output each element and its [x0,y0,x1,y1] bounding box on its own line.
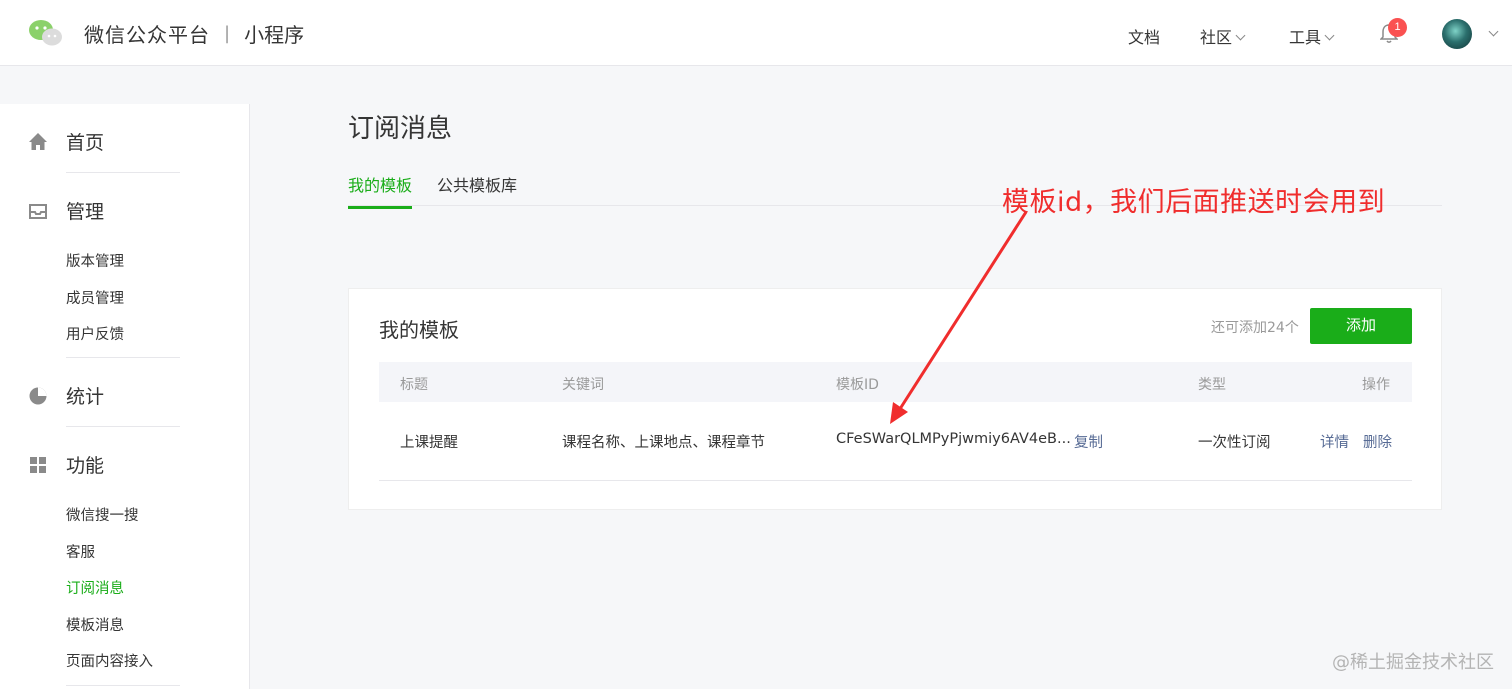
divider [66,685,180,686]
sidebar-item-subscribe-message[interactable]: 订阅消息 [66,577,124,598]
nav-tools-menu[interactable]: 工具 [1289,24,1335,48]
column-header: 标题 [400,377,428,393]
cell-template-id: CFeSWarQLMPyPjwmiy6AV4eB... [836,431,1071,447]
delete-link[interactable]: 删除 [1363,431,1392,452]
notification-badge: 1 [1388,18,1407,37]
sidebar-item-version[interactable]: 版本管理 [66,250,124,271]
nav-community-label: 社区 [1200,28,1233,47]
top-bar: 微信公众平台 | 小程序 文档 社区 工具 1 [0,0,1512,66]
sidebar-item-label: 管理 [66,201,105,223]
sidebar-item-label: 统计 [66,386,105,408]
cell-keywords: 课程名称、上课地点、课程章节 [562,435,765,451]
sidebar-item-content-access[interactable]: 页面内容接入 [66,650,153,671]
divider [66,426,180,427]
wechat-logo-icon [28,18,64,48]
cell-title: 上课提醒 [400,435,458,451]
sidebar-item-stats[interactable]: 统计 [28,382,104,409]
nav-docs-link[interactable]: 文档 [1128,24,1160,48]
column-header: 类型 [1198,377,1226,393]
sidebar-item-template-message[interactable]: 模板消息 [66,614,124,635]
sidebar-item-search[interactable]: 微信搜一搜 [66,504,139,525]
sidebar-item-feedback[interactable]: 用户反馈 [66,323,124,344]
page-title: 订阅消息 [348,114,453,144]
chevron-down-icon [1324,30,1335,41]
sidebar-section-features[interactable]: 功能 [28,451,104,478]
table-header: 标题 关键词 模板ID 类型 操作 [379,362,1412,402]
sidebar-item-service[interactable]: 客服 [66,541,95,562]
templates-card: 我的模板 还可添加24个 添加 标题 关键词 模板ID 类型 操作 上课提醒 课… [348,288,1442,510]
chevron-down-icon [1235,30,1246,41]
tab-my-templates[interactable]: 我的模板 [348,172,413,209]
column-header: 关键词 [562,377,604,393]
nav-tools-label: 工具 [1289,28,1322,47]
sidebar-item-home[interactable]: 首页 [28,128,104,155]
remaining-count: 还可添加24个 [1211,320,1299,336]
add-button[interactable]: 添加 [1310,308,1412,344]
card-title: 我的模板 [379,318,459,342]
divider [66,172,180,173]
logo[interactable]: 微信公众平台 | 小程序 [28,18,304,48]
sidebar-item-label: 功能 [66,455,105,477]
avatar[interactable] [1442,19,1472,49]
annotation-text: 模板id，我们后面推送时会用到 [1002,187,1386,218]
pie-chart-icon [28,386,48,406]
home-icon [28,132,48,152]
nav-community-menu[interactable]: 社区 [1200,24,1246,48]
copy-link[interactable]: 复制 [1074,431,1103,452]
product-name: 小程序 [244,22,305,47]
cell-type: 一次性订阅 [1198,435,1271,451]
divider [66,357,180,358]
column-header: 模板ID [836,377,879,393]
grid-icon [28,455,48,475]
chevron-down-icon[interactable] [1488,26,1499,37]
sidebar-item-members[interactable]: 成员管理 [66,287,124,308]
tab-public-library[interactable]: 公共模板库 [437,172,517,206]
brand-name: 微信公众平台 [84,22,210,47]
brand-separator: | [224,22,231,44]
inbox-icon [28,201,48,221]
detail-link[interactable]: 详情 [1320,431,1349,452]
watermark: @稀土掘金技术社区 [1332,652,1494,673]
sidebar-section-manage[interactable]: 管理 [28,197,104,224]
sidebar-item-label: 首页 [66,132,105,154]
column-header: 操作 [1362,377,1390,393]
table-row: 上课提醒 课程名称、上课地点、课程章节 CFeSWarQLMPyPjwmiy6A… [379,402,1412,481]
sidebar: 首页 管理 版本管理 成员管理 用户反馈 统计 功能 微信搜一搜 客服 订阅消息… [0,104,250,689]
